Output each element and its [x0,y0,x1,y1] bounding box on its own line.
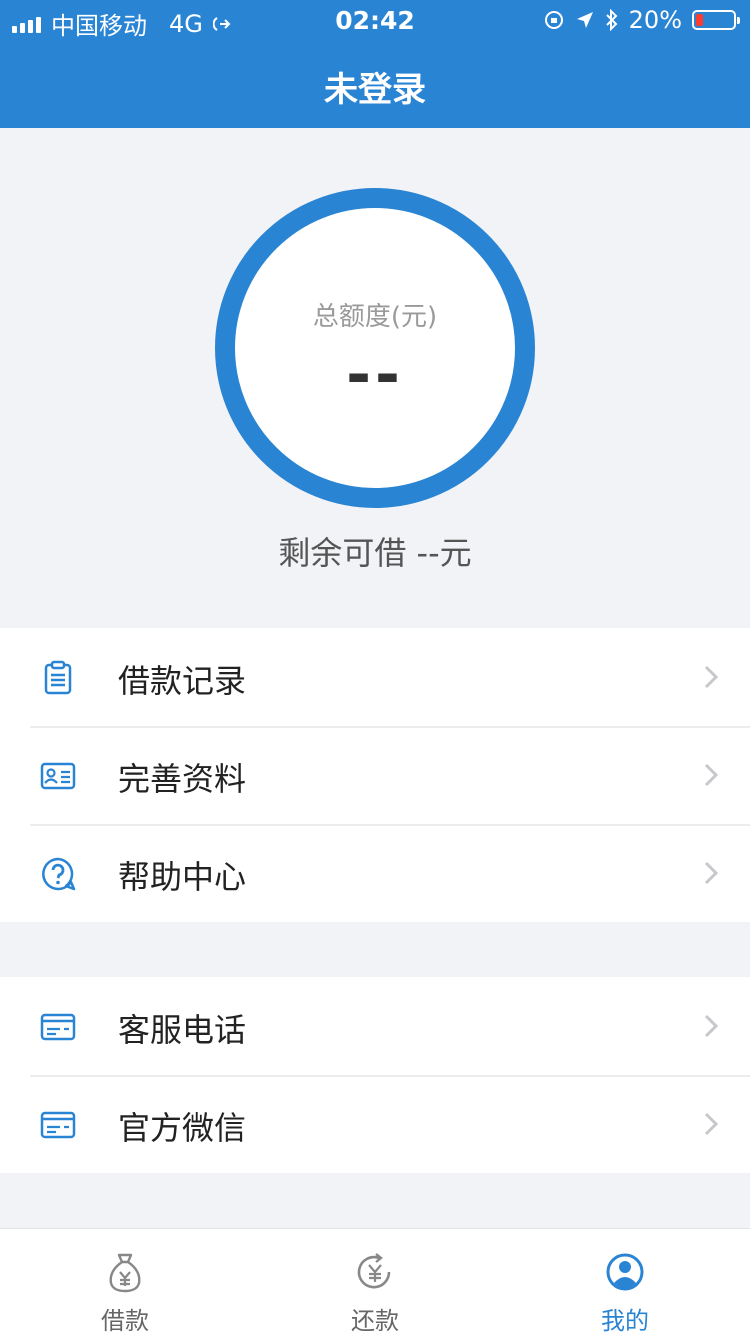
chevron-right-icon [704,1014,719,1038]
menu-item-label: 帮助中心 [118,858,247,896]
menu-item-official-wechat[interactable]: 官方微信 [0,1075,750,1173]
bluetooth-icon [605,9,618,31]
rotation-lock-icon [544,11,563,29]
user-icon [606,1253,644,1291]
card-icon [40,1111,76,1139]
page-title: 未登录 [324,70,426,110]
chevron-right-icon [704,763,719,787]
menu-item-label: 客服电话 [118,1011,247,1049]
tab-bar: 借款 还款 我的 [0,1228,750,1334]
menu-group-account: 借款记录 完善资料 帮助中心 [0,628,750,922]
credit-summary: 总额度(元) -- 剩余可借 --元 [0,128,750,628]
tab-repay[interactable]: 还款 [250,1229,500,1334]
total-credit-label: 总额度(元) [312,302,438,332]
total-credit-value: -- [346,340,404,410]
credit-ring: 总额度(元) -- [215,188,535,508]
tab-loan[interactable]: 借款 [0,1229,250,1334]
chevron-right-icon [704,1112,719,1136]
menu-item-customer-phone[interactable]: 客服电话 [0,977,750,1075]
menu-item-loan-records[interactable]: 借款记录 [0,628,750,726]
id-card-icon [40,762,76,790]
tab-label: 我的 [601,1307,649,1334]
chevron-right-icon [704,861,719,885]
card-icon [40,1013,76,1041]
menu-item-label: 完善资料 [118,760,247,798]
menu-item-help-center[interactable]: 帮助中心 [0,824,750,922]
menu-item-complete-profile[interactable]: 完善资料 [0,726,750,824]
money-bag-icon [109,1253,141,1293]
help-icon [42,857,76,891]
location-icon [576,12,593,28]
header: 中国移动 4G 02:42 20% 未登录 [0,0,750,128]
status-bar: 中国移动 4G 02:42 20% [0,0,750,40]
battery-percent: 20% [628,6,682,34]
menu-item-label: 借款记录 [118,662,247,700]
battery-icon [692,10,740,30]
clipboard-icon [44,660,72,695]
tab-label: 借款 [101,1307,149,1334]
tab-mine[interactable]: 我的 [500,1229,750,1334]
menu-group-contact: 客服电话 官方微信 [0,977,750,1173]
remaining-credit: 剩余可借 --元 [278,534,472,572]
menu-item-label: 官方微信 [118,1109,247,1147]
tab-label: 还款 [351,1307,399,1334]
chevron-right-icon [704,665,719,689]
repay-icon [357,1253,391,1289]
